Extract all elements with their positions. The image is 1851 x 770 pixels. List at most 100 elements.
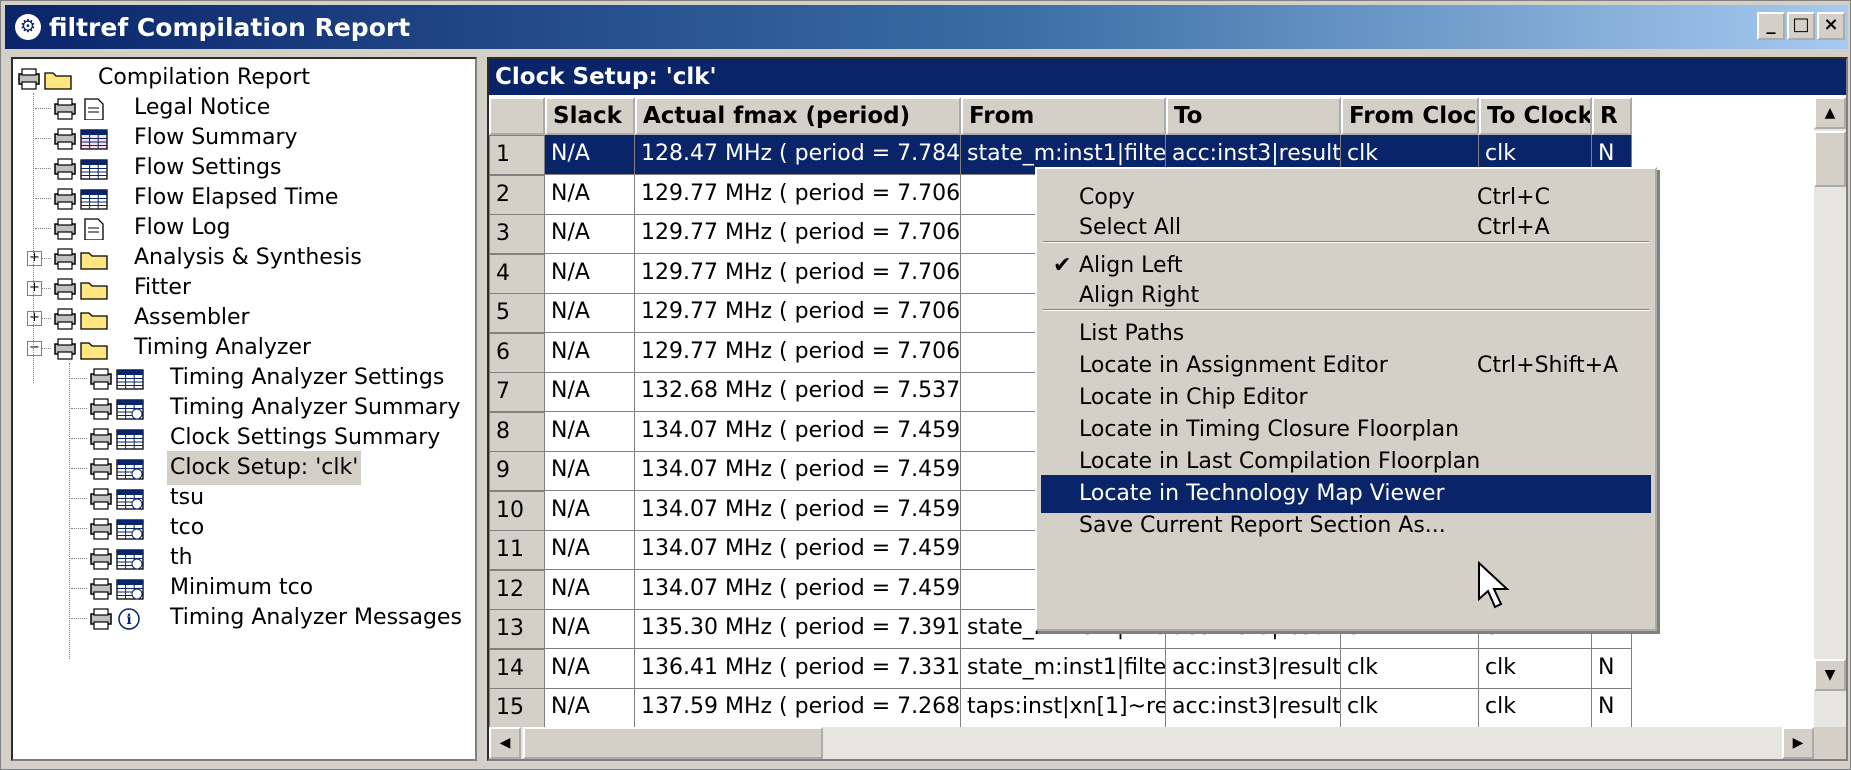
cell-r[interactable]: N [1592,648,1632,689]
cell-slack[interactable]: N/A [545,253,635,294]
scroll-right-icon[interactable]: ▶ [1782,727,1814,759]
cell-slack[interactable]: N/A [545,451,635,491]
app-icon: ⚙ [15,14,41,40]
cell-slack[interactable]: N/A [545,609,635,649]
row-number[interactable]: 1 [489,135,545,175]
row-number[interactable]: 11 [489,530,545,570]
cell-to[interactable]: acc:inst3|result[4] [1166,648,1341,689]
row-number[interactable]: 15 [489,688,545,728]
size-grip-icon[interactable] [1814,727,1846,759]
column-header-from-clock[interactable]: From Clock [1341,97,1479,135]
row-number[interactable]: 8 [489,411,545,452]
cell-to-clock[interactable]: clk [1479,648,1592,689]
close-button[interactable]: × [1817,12,1845,40]
vertical-scrollbar[interactable]: ▲ ▼ [1814,97,1846,727]
tree-connector [71,528,87,529]
cell-slack[interactable]: N/A [545,530,635,570]
column-header-to-clock[interactable]: To Clock [1479,97,1592,135]
expand-icon[interactable]: + [27,251,42,266]
cell-fmax[interactable]: 129.77 MHz ( period = 7.706 ns ) [635,214,961,254]
cell-slack[interactable]: N/A [545,332,635,373]
column-header-to[interactable]: To [1166,97,1341,135]
table-row[interactable]: 15N/A137.59 MHz ( period = 7.268 ns )tap… [489,688,1814,728]
row-number-header[interactable] [489,97,545,135]
table-row[interactable]: 14N/A136.41 MHz ( period = 7.331 ns )sta… [489,648,1814,689]
timing-table-icon [90,548,144,570]
cell-to[interactable]: acc:inst3|result[11] [1166,688,1341,728]
cell-fmax[interactable]: 134.07 MHz ( period = 7.459 ns ) [635,569,961,610]
cell-fmax[interactable]: 134.07 MHz ( period = 7.459 ns ) [635,490,961,531]
collapse-icon[interactable]: − [27,341,42,356]
cell-fmax[interactable]: 129.77 MHz ( period = 7.706 ns ) [635,174,961,215]
cell-slack[interactable]: N/A [545,174,635,215]
cell-fmax[interactable]: 132.68 MHz ( period = 7.537 ns ) [635,372,961,412]
cell-slack[interactable]: N/A [545,411,635,452]
menu-item-label: Save Current Report Section As... [1079,513,1446,538]
cell-slack[interactable]: N/A [545,648,635,689]
table-icon [90,428,144,450]
row-number[interactable]: 12 [489,569,545,610]
cell-from-clock[interactable]: clk [1341,688,1479,728]
tree-item-label: Timing Analyzer Summary [170,395,461,420]
tree-connector [35,108,51,109]
cell-fmax[interactable]: 136.41 MHz ( period = 7.331 ns ) [635,648,961,689]
row-number[interactable]: 5 [489,293,545,333]
table-icon [90,368,144,390]
expand-icon[interactable]: + [27,281,42,296]
cell-slack[interactable]: N/A [545,372,635,412]
cell-fmax[interactable]: 129.77 MHz ( period = 7.706 ns ) [635,293,961,333]
row-number[interactable]: 10 [489,490,545,531]
cell-to-clock[interactable]: clk [1479,688,1592,728]
cell-from-clock[interactable]: clk [1341,648,1479,689]
mouse-pointer-icon [1478,561,1510,609]
report-tree[interactable]: Compilation Report Legal Notice Flow Summa… [11,57,477,761]
row-number[interactable]: 13 [489,609,545,649]
cell-slack[interactable]: N/A [545,688,635,728]
horizontal-scrollbar[interactable]: ◀ ▶ [489,727,1814,759]
scroll-up-icon[interactable]: ▲ [1814,97,1846,129]
cell-slack[interactable]: N/A [545,569,635,610]
scroll-left-icon[interactable]: ◀ [489,727,521,759]
tree-connector [35,168,51,169]
row-number[interactable]: 14 [489,648,545,689]
timing-table-icon [90,518,144,540]
column-header-fmax[interactable]: Actual fmax (period) [635,97,961,135]
title-bar[interactable]: ⚙ filtref Compilation Report _ □ × [5,5,1848,49]
column-header-r[interactable]: R [1592,97,1632,135]
cell-fmax[interactable]: 134.07 MHz ( period = 7.459 ns ) [635,411,961,452]
column-header-from[interactable]: From [961,97,1166,135]
cell-fmax[interactable]: 134.07 MHz ( period = 7.459 ns ) [635,451,961,491]
cell-fmax[interactable]: 135.30 MHz ( period = 7.391 ns ) [635,609,961,649]
row-number[interactable]: 2 [489,174,545,215]
vertical-scroll-thumb[interactable] [1814,131,1846,187]
maximize-button[interactable]: □ [1787,12,1815,40]
cell-fmax[interactable]: 129.77 MHz ( period = 7.706 ns ) [635,332,961,373]
cell-from[interactable]: state_m:inst1|filter~30 [961,648,1166,689]
row-number[interactable]: 3 [489,214,545,254]
cell-fmax[interactable]: 137.59 MHz ( period = 7.268 ns ) [635,688,961,728]
cell-r[interactable]: N [1592,688,1632,728]
tree-item-label: Compilation Report [98,65,310,90]
cell-slack[interactable]: N/A [545,214,635,254]
cell-slack[interactable]: N/A [545,293,635,333]
horizontal-scroll-thumb[interactable] [523,727,823,759]
row-number[interactable]: 6 [489,332,545,373]
minimize-button[interactable]: _ [1757,12,1785,40]
menu-item-save-report-section[interactable]: Save Current Report Section As... [1041,507,1651,545]
svg-text:i: i [126,612,131,628]
column-header-slack[interactable]: Slack [545,97,635,135]
cell-fmax[interactable]: 134.07 MHz ( period = 7.459 ns ) [635,530,961,570]
row-number[interactable]: 9 [489,451,545,491]
cell-fmax[interactable]: 129.77 MHz ( period = 7.706 ns ) [635,253,961,294]
scroll-down-icon[interactable]: ▼ [1814,659,1846,691]
info-icon: i [90,608,140,630]
row-number[interactable]: 4 [489,253,545,294]
cell-slack[interactable]: N/A [545,490,635,531]
cell-fmax[interactable]: 128.47 MHz ( period = 7.784 ns ) [635,135,961,175]
document-icon [54,218,104,240]
folder-icon [54,308,108,330]
expand-icon[interactable]: + [27,311,42,326]
row-number[interactable]: 7 [489,372,545,412]
cell-from[interactable]: taps:inst|xn[1]~reg0 [961,688,1166,728]
cell-slack[interactable]: N/A [545,135,635,175]
